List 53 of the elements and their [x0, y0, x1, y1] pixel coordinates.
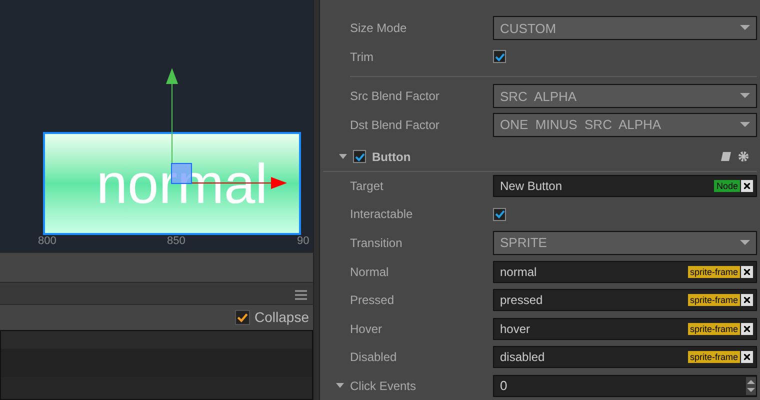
collapse-label: Collapse: [254, 308, 309, 327]
asset-field[interactable]: normal sprite-frame: [493, 260, 757, 283]
asset-field[interactable]: disabled sprite-frame: [493, 346, 757, 368]
property-label: Interactable: [350, 206, 413, 224]
property-label: Pressed: [350, 292, 394, 310]
ruler-label: 90: [297, 234, 310, 249]
component-title: Button: [372, 148, 412, 166]
clear-button[interactable]: [741, 266, 753, 278]
menu-icon[interactable]: [295, 290, 307, 300]
property-label: Target: [350, 178, 384, 195]
caret-icon: [740, 93, 750, 100]
type-tag: sprite-frame: [688, 322, 740, 335]
asset-field[interactable]: hover sprite-frame: [493, 318, 757, 340]
type-tag: sprite-frame: [688, 351, 740, 364]
checkbox[interactable]: [353, 150, 366, 164]
caret-icon: [740, 240, 750, 246]
type-tag: sprite-frame: [688, 294, 740, 306]
property-label: Src Blend Factor: [350, 88, 440, 106]
close-icon: [744, 354, 750, 360]
property-label: Normal: [350, 264, 389, 281]
property-label: Disabled: [350, 349, 397, 366]
number-field[interactable]: 0: [493, 374, 757, 397]
checkbox[interactable]: [493, 208, 506, 221]
property-label: Size Mode: [350, 20, 407, 38]
settings-icon[interactable]: [738, 151, 749, 162]
close-icon: [744, 297, 750, 304]
property-label: Hover: [350, 320, 382, 338]
asset-field[interactable]: New Button Node: [493, 174, 757, 197]
type-tag: sprite-frame: [688, 266, 740, 278]
property-label: Transition: [350, 235, 402, 252]
clear-button[interactable]: [741, 294, 753, 306]
ruler-label: 800: [38, 234, 56, 249]
caret-icon: [740, 25, 750, 32]
asset-field[interactable]: pressed sprite-frame: [493, 289, 757, 312]
clear-button[interactable]: [741, 322, 753, 335]
sprite-label: normal: [95, 156, 268, 212]
caret-icon[interactable]: [336, 382, 344, 389]
close-icon: [744, 182, 750, 189]
clear-button[interactable]: [741, 180, 753, 192]
caret-icon[interactable]: [339, 154, 347, 160]
type-tag: Node: [714, 180, 740, 192]
clear-button[interactable]: [741, 351, 753, 364]
book-icon[interactable]: [720, 151, 732, 162]
close-icon: [744, 268, 750, 275]
spinner-icon[interactable]: [746, 376, 756, 395]
property-label: Trim: [350, 48, 374, 66]
ruler-label: 850: [167, 234, 186, 249]
checkbox[interactable]: [234, 310, 250, 325]
caret-icon: [740, 122, 750, 128]
property-label: Click Events: [350, 378, 416, 395]
checkbox[interactable]: [493, 50, 506, 64]
close-icon: [744, 326, 750, 332]
property-label: Dst Blend Factor: [350, 116, 440, 134]
